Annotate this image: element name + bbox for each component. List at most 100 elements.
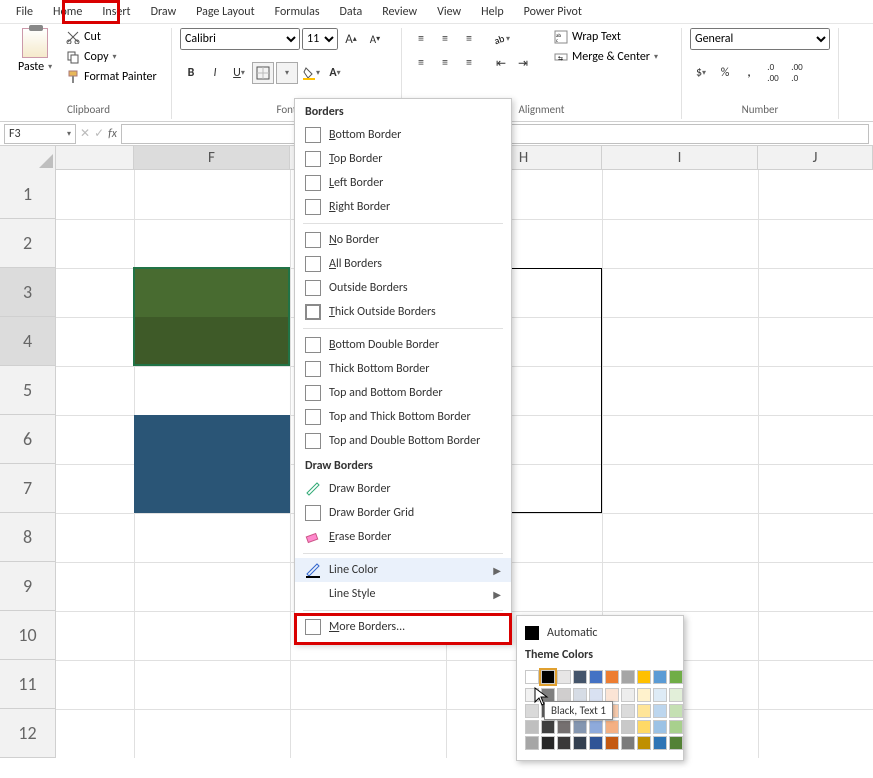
align-top-button[interactable]: ≡ [410,28,432,50]
menu-item-left-border[interactable]: Left Border [295,171,511,195]
color-swatch[interactable] [669,720,683,734]
color-swatch[interactable] [557,736,571,750]
underline-button[interactable]: U▾ [228,62,250,84]
decrease-font-button[interactable]: A▾ [364,28,386,50]
color-swatch[interactable] [541,720,555,734]
color-swatch[interactable] [669,688,683,702]
color-swatch[interactable] [653,670,667,684]
color-swatch[interactable] [573,736,587,750]
cut-button[interactable]: Cut [62,28,161,46]
color-swatch[interactable] [557,670,571,684]
color-swatch[interactable] [669,736,683,750]
color-swatch[interactable] [525,720,539,734]
color-swatch[interactable] [637,704,651,718]
color-swatch[interactable] [525,736,539,750]
color-swatch[interactable] [589,720,603,734]
borders-dropdown[interactable]: ▾ [276,62,298,84]
row-header[interactable]: 7 [0,464,55,513]
decrease-indent-button[interactable]: ⇤ [490,52,512,74]
row-header[interactable]: 8 [0,513,55,562]
color-swatch[interactable] [669,704,683,718]
format-painter-button[interactable]: Format Painter [62,68,161,86]
color-swatch[interactable] [589,736,603,750]
name-box[interactable]: F3▾ [4,124,76,144]
fx-icon[interactable]: fx [108,127,117,141]
menu-item-erase-border[interactable]: Erase Border [295,525,511,549]
menu-item-line-color[interactable]: Line Color▶ [295,558,511,582]
color-swatch[interactable] [589,688,603,702]
tab-view[interactable]: View [427,1,471,23]
color-swatch[interactable] [621,720,635,734]
number-format-select[interactable]: General [690,28,830,50]
menu-item-no-border[interactable]: No Border [295,228,511,252]
menu-item-automatic-color[interactable]: Automatic [523,622,677,644]
wrap-text-button[interactable]: abc Wrap Text [550,28,662,46]
borders-button[interactable] [252,62,274,84]
menu-item-draw-border-grid[interactable]: Draw Border Grid [295,501,511,525]
row-header[interactable]: 5 [0,366,55,415]
row-header[interactable]: 3 [0,268,55,317]
menu-item-bottom-double-border[interactable]: Bottom Double Border [295,333,511,357]
row-header[interactable]: 11 [0,660,55,709]
color-swatch[interactable] [557,720,571,734]
col-header-f[interactable]: F [134,146,290,169]
color-swatch[interactable] [637,736,651,750]
tab-help[interactable]: Help [471,1,514,23]
bold-button[interactable]: B [180,62,202,84]
increase-indent-button[interactable]: ⇥ [512,52,534,74]
color-swatch[interactable] [557,688,571,702]
tab-data[interactable]: Data [330,1,373,23]
tab-page-layout[interactable]: Page Layout [186,1,264,23]
menu-item-top-and-thick-bottom-border[interactable]: Top and Thick Bottom Border [295,405,511,429]
color-swatch[interactable] [605,736,619,750]
menu-item-draw-border[interactable]: Draw Border [295,477,511,501]
color-swatch[interactable] [653,688,667,702]
select-all-corner[interactable] [0,146,56,170]
font-name-select[interactable]: Calibri [180,28,300,50]
menu-item-thick-outside-borders[interactable]: Thick Outside Borders [295,300,511,324]
color-swatch[interactable] [637,720,651,734]
fill-color-button[interactable]: ▾ [300,62,322,84]
color-swatch[interactable] [637,688,651,702]
color-swatch[interactable] [573,670,587,684]
row-header[interactable]: 4 [0,317,55,366]
cancel-formula-icon[interactable]: ✕ [80,126,90,141]
color-swatch[interactable] [653,720,667,734]
color-swatch[interactable] [653,704,667,718]
row-header[interactable]: 12 [0,709,55,758]
align-left-button[interactable]: ≡ [410,52,432,74]
color-swatch[interactable] [573,720,587,734]
decrease-decimal-button[interactable]: .00.0 [786,62,808,84]
row-header[interactable]: 10 [0,611,55,660]
font-size-select[interactable]: 11 [302,28,338,50]
accept-formula-icon[interactable]: ✓ [94,126,104,141]
italic-button[interactable]: I [204,62,226,84]
paste-button[interactable]: Paste ▾ [14,58,56,76]
color-swatch[interactable] [637,670,651,684]
menu-item-outside-borders[interactable]: Outside Borders [295,276,511,300]
tab-file[interactable]: File [6,1,43,23]
color-swatch[interactable] [621,688,635,702]
color-swatch-selected[interactable] [541,670,555,684]
row-header[interactable]: 2 [0,219,55,268]
orientation-button[interactable]: ab▾ [490,28,512,50]
col-header-j[interactable]: J [758,146,873,169]
row-header[interactable]: 6 [0,415,55,464]
tab-power-pivot[interactable]: Power Pivot [514,1,592,23]
menu-item-right-border[interactable]: Right Border [295,195,511,219]
align-right-button[interactable]: ≡ [458,52,480,74]
menu-item-top-border[interactable]: Top Border [295,147,511,171]
color-swatch[interactable] [589,670,603,684]
menu-item-thick-bottom-border[interactable]: Thick Bottom Border [295,357,511,381]
color-swatch[interactable] [605,720,619,734]
align-middle-button[interactable]: ≡ [434,28,456,50]
color-swatch[interactable] [621,704,635,718]
menu-item-more-borders[interactable]: More Borders... [295,615,511,639]
copy-button[interactable]: Copy ▾ [62,48,161,66]
color-swatch[interactable] [541,736,555,750]
color-swatch[interactable] [525,670,539,684]
color-swatch[interactable] [621,670,635,684]
menu-item-bottom-border[interactable]: Bottom Border [295,123,511,147]
color-swatch[interactable] [669,670,683,684]
color-swatch[interactable] [621,736,635,750]
